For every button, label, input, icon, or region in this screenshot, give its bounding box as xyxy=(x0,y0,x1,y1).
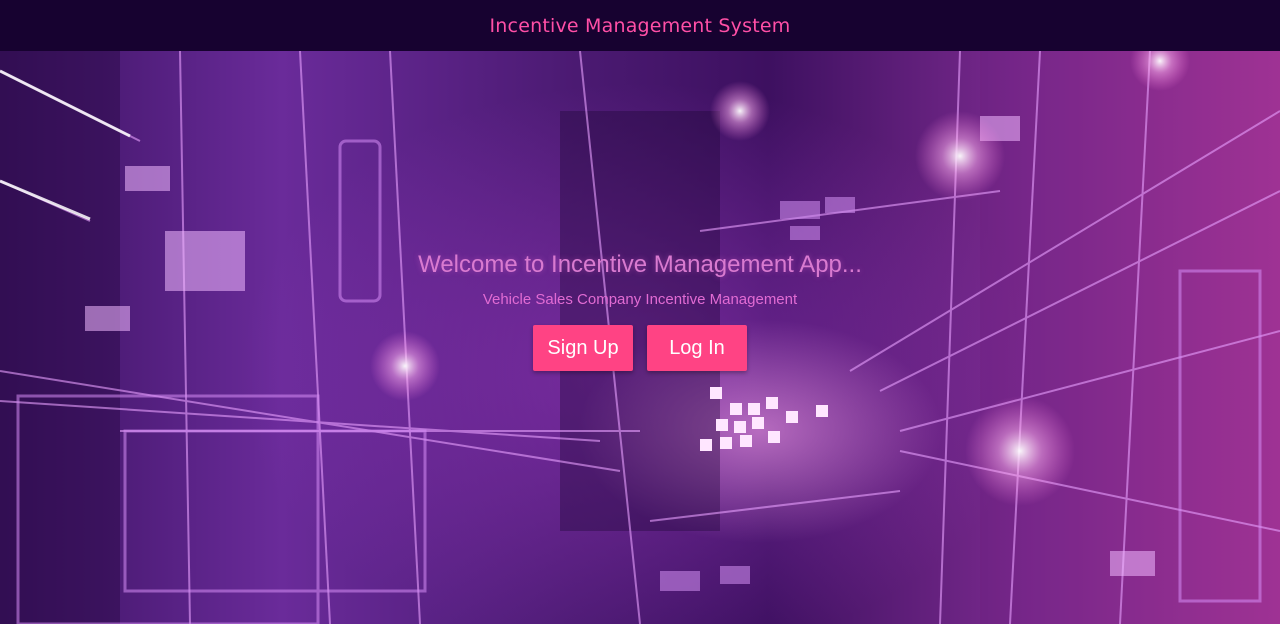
welcome-subtitle: Vehicle Sales Company Incentive Manageme… xyxy=(482,291,798,308)
hero-content: Welcome to Incentive Management App... V… xyxy=(0,51,1280,624)
sign-up-button[interactable]: Sign Up xyxy=(533,325,633,371)
top-navbar: Incentive Management System xyxy=(0,0,1280,51)
log-in-button[interactable]: Log In xyxy=(647,325,747,371)
welcome-heading: Welcome to Incentive Management App... xyxy=(418,251,862,278)
app-title[interactable]: Incentive Management System xyxy=(490,15,791,37)
landing-page: Incentive Management System Welcome to I… xyxy=(0,0,1280,624)
